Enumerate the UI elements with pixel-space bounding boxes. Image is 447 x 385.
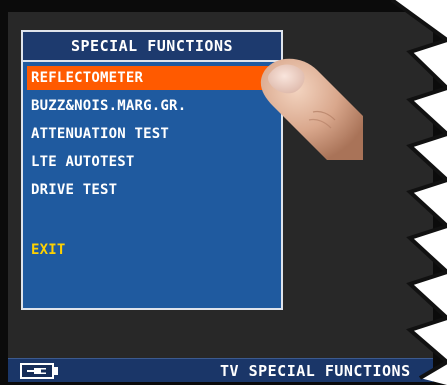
menu-item-exit[interactable]: EXIT [27, 238, 277, 262]
device-screen: SPECIAL FUNCTIONS REFLECTOMETER BUZZ&NOI… [8, 12, 433, 382]
menu-item-drive-test[interactable]: DRIVE TEST [27, 178, 277, 202]
battery-plug-icon [20, 363, 54, 379]
status-title: TV SPECIAL FUNCTIONS [220, 362, 411, 380]
battery-tip [54, 367, 58, 375]
menu-item-attenuation-test[interactable]: ATTENUATION TEST [27, 122, 277, 146]
menu-item-reflectometer[interactable]: REFLECTOMETER [27, 66, 277, 90]
status-bar: TV SPECIAL FUNCTIONS [8, 358, 433, 382]
menu-title: SPECIAL FUNCTIONS [23, 32, 281, 62]
menu-item-buzz-noise-margin[interactable]: BUZZ&NOIS.MARG.GR. [27, 94, 277, 118]
special-functions-menu: SPECIAL FUNCTIONS REFLECTOMETER BUZZ&NOI… [21, 30, 283, 310]
menu-item-lte-autotest[interactable]: LTE AUTOTEST [27, 150, 277, 174]
device-screenshot: SPECIAL FUNCTIONS REFLECTOMETER BUZZ&NOI… [0, 0, 447, 385]
